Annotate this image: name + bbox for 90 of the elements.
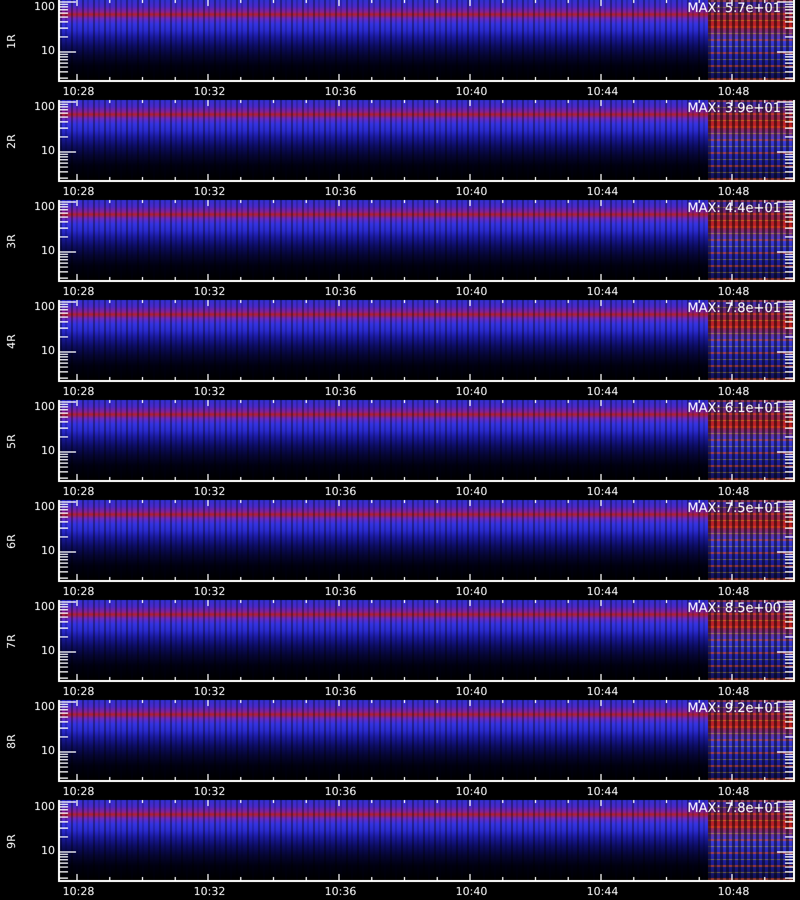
x-tick-label: 10:40: [454, 184, 488, 198]
x-tick-label: 10:32: [192, 684, 226, 698]
x-tick-label: 10:48: [716, 584, 750, 598]
x-tick-label: 10:40: [454, 484, 488, 498]
x-tick-label: 10:28: [62, 184, 96, 198]
x-tick-label: 10:28: [62, 684, 96, 698]
max-value-label: MAX: 7.5e+01: [687, 501, 781, 516]
y-tick-label: 100: [34, 700, 55, 713]
x-tick-label: 10:44: [586, 84, 620, 98]
x-tick-label: 10:32: [192, 584, 226, 598]
channel-label: 9R: [4, 834, 18, 848]
x-tick-label: 10:48: [716, 384, 750, 398]
x-tick-label: 10:32: [192, 484, 226, 498]
x-tick-label: 10:40: [454, 884, 488, 898]
y-tick-label: 10: [41, 744, 55, 757]
channel-label: 4R: [4, 334, 18, 348]
x-tick-label: 10:36: [324, 384, 358, 398]
x-tick-label: 10:48: [716, 884, 750, 898]
y-tick-label: 100: [34, 600, 55, 613]
y-tick-label: 10: [41, 144, 55, 157]
x-tick-label: 10:44: [586, 284, 620, 298]
max-value-label: MAX: 7.8e+01: [687, 301, 781, 316]
y-tick-label: 100: [34, 200, 55, 213]
max-value-label: MAX: 8.5e+00: [687, 601, 781, 616]
x-tick-label: 10:36: [324, 684, 358, 698]
x-tick-label: 10:48: [716, 484, 750, 498]
x-tick-label: 10:36: [324, 184, 358, 198]
x-tick-label: 10:44: [586, 884, 620, 898]
y-tick-label: 100: [34, 400, 55, 413]
x-tick-label: 10:48: [716, 184, 750, 198]
x-tick-label: 10:40: [454, 784, 488, 798]
x-tick-label: 10:44: [586, 184, 620, 198]
x-tick-label: 10:36: [324, 84, 358, 98]
x-tick-label: 10:48: [716, 84, 750, 98]
channel-label: 7R: [4, 634, 18, 648]
y-tick-label: 100: [34, 800, 55, 813]
x-tick-label: 10:36: [324, 484, 358, 498]
y-tick-label: 100: [34, 100, 55, 113]
x-tick-label: 10:28: [62, 484, 96, 498]
channel-label: 6R: [4, 534, 18, 548]
y-tick-label: 100: [34, 300, 55, 313]
x-tick-label: 10:32: [192, 284, 226, 298]
y-tick-label: 10: [41, 544, 55, 557]
max-value-label: MAX: 9.2e+01: [687, 701, 781, 716]
x-tick-label: 10:48: [716, 284, 750, 298]
y-tick-label: 10: [41, 44, 55, 57]
channel-label: 8R: [4, 734, 18, 748]
x-tick-label: 10:28: [62, 784, 96, 798]
y-tick-label: 10: [41, 244, 55, 257]
x-tick-label: 10:36: [324, 584, 358, 598]
x-tick-label: 10:28: [62, 84, 96, 98]
max-value-label: MAX: 3.9e+01: [687, 101, 781, 116]
y-tick-label: 10: [41, 444, 55, 457]
x-tick-label: 10:36: [324, 284, 358, 298]
y-tick-label: 100: [34, 500, 55, 513]
x-tick-label: 10:36: [324, 784, 358, 798]
x-tick-label: 10:40: [454, 584, 488, 598]
x-tick-label: 10:28: [62, 884, 96, 898]
x-tick-label: 10:28: [62, 284, 96, 298]
y-tick-label: 10: [41, 644, 55, 657]
x-tick-label: 10:44: [586, 584, 620, 598]
x-tick-label: 10:32: [192, 184, 226, 198]
x-tick-label: 10:48: [716, 784, 750, 798]
x-tick-label: 10:44: [586, 484, 620, 498]
y-tick-label: 10: [41, 844, 55, 857]
x-tick-label: 10:40: [454, 284, 488, 298]
x-tick-label: 10:44: [586, 684, 620, 698]
x-tick-label: 10:40: [454, 384, 488, 398]
y-tick-label: 10: [41, 344, 55, 357]
x-tick-label: 10:40: [454, 84, 488, 98]
y-tick-label: 100: [34, 0, 55, 13]
max-value-label: MAX: 4.4e+01: [687, 201, 781, 216]
x-tick-label: 10:44: [586, 384, 620, 398]
x-tick-label: 10:48: [716, 684, 750, 698]
x-tick-label: 10:32: [192, 384, 226, 398]
channel-label: 2R: [4, 134, 18, 148]
x-tick-label: 10:36: [324, 884, 358, 898]
x-tick-label: 10:40: [454, 684, 488, 698]
channel-label: 5R: [4, 434, 18, 448]
x-tick-label: 10:32: [192, 784, 226, 798]
x-tick-label: 10:28: [62, 584, 96, 598]
x-tick-label: 10:28: [62, 384, 96, 398]
x-tick-label: 10:32: [192, 84, 226, 98]
max-value-label: MAX: 7.8e+01: [687, 801, 781, 816]
max-value-label: MAX: 5.7e+01: [687, 1, 781, 16]
channel-label: 1R: [4, 34, 18, 48]
x-tick-label: 10:44: [586, 784, 620, 798]
max-value-label: MAX: 6.1e+01: [687, 401, 781, 416]
x-tick-label: 10:32: [192, 884, 226, 898]
channel-label: 3R: [4, 234, 18, 248]
